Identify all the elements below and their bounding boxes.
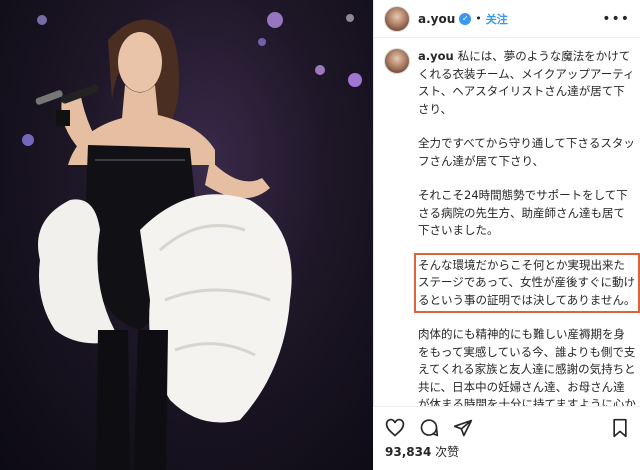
post-actions: 93,834 次赞 <box>373 406 640 470</box>
performer-illustration <box>22 12 362 470</box>
separator-dot: • <box>475 12 482 25</box>
post-header: a.you ✓ • 关注 ••• <box>374 0 640 38</box>
post-panel: a.you ✓ • 关注 ••• a.you 私には、夢のような魔法をかけてくれる… <box>373 0 640 470</box>
avatar[interactable] <box>384 5 410 32</box>
caption-paragraph: 全力ですべてから守り通して下さるスタッフさん達が居て下さり、 <box>418 136 635 168</box>
caption-paragraph: それこそ24時間態勢でサポートをして下さる病院の先生方、助産師さん達も居て下さい… <box>418 188 628 237</box>
heart-icon[interactable] <box>385 418 405 438</box>
bookmark-icon[interactable] <box>610 418 630 438</box>
caption-text: a.you 私には、夢のような魔法をかけてくれる衣装チーム、メイクアップアーティス… <box>414 48 640 431</box>
post-photo[interactable] <box>0 0 373 470</box>
likes-unit: 次赞 <box>435 445 460 459</box>
likes-count[interactable]: 93,834 次赞 <box>373 441 640 462</box>
caption: a.you 私には、夢のような魔法をかけてくれる衣装チーム、メイクアップアーティス… <box>384 48 640 431</box>
more-icon[interactable]: ••• <box>602 11 630 27</box>
follow-button[interactable]: 关注 <box>486 11 508 27</box>
highlighted-paragraph: そんな環境だからこそ何とか実現出来たステージであって、女性が産後すぐに動けるとい… <box>414 252 640 313</box>
caption-avatar[interactable] <box>384 48 410 74</box>
verified-icon: ✓ <box>459 12 472 25</box>
likes-number: 93,834 <box>385 445 432 459</box>
username[interactable]: a.you <box>418 12 455 26</box>
share-icon[interactable] <box>453 418 473 438</box>
comment-icon[interactable] <box>419 418 439 438</box>
caption-username[interactable]: a.you <box>418 49 454 63</box>
